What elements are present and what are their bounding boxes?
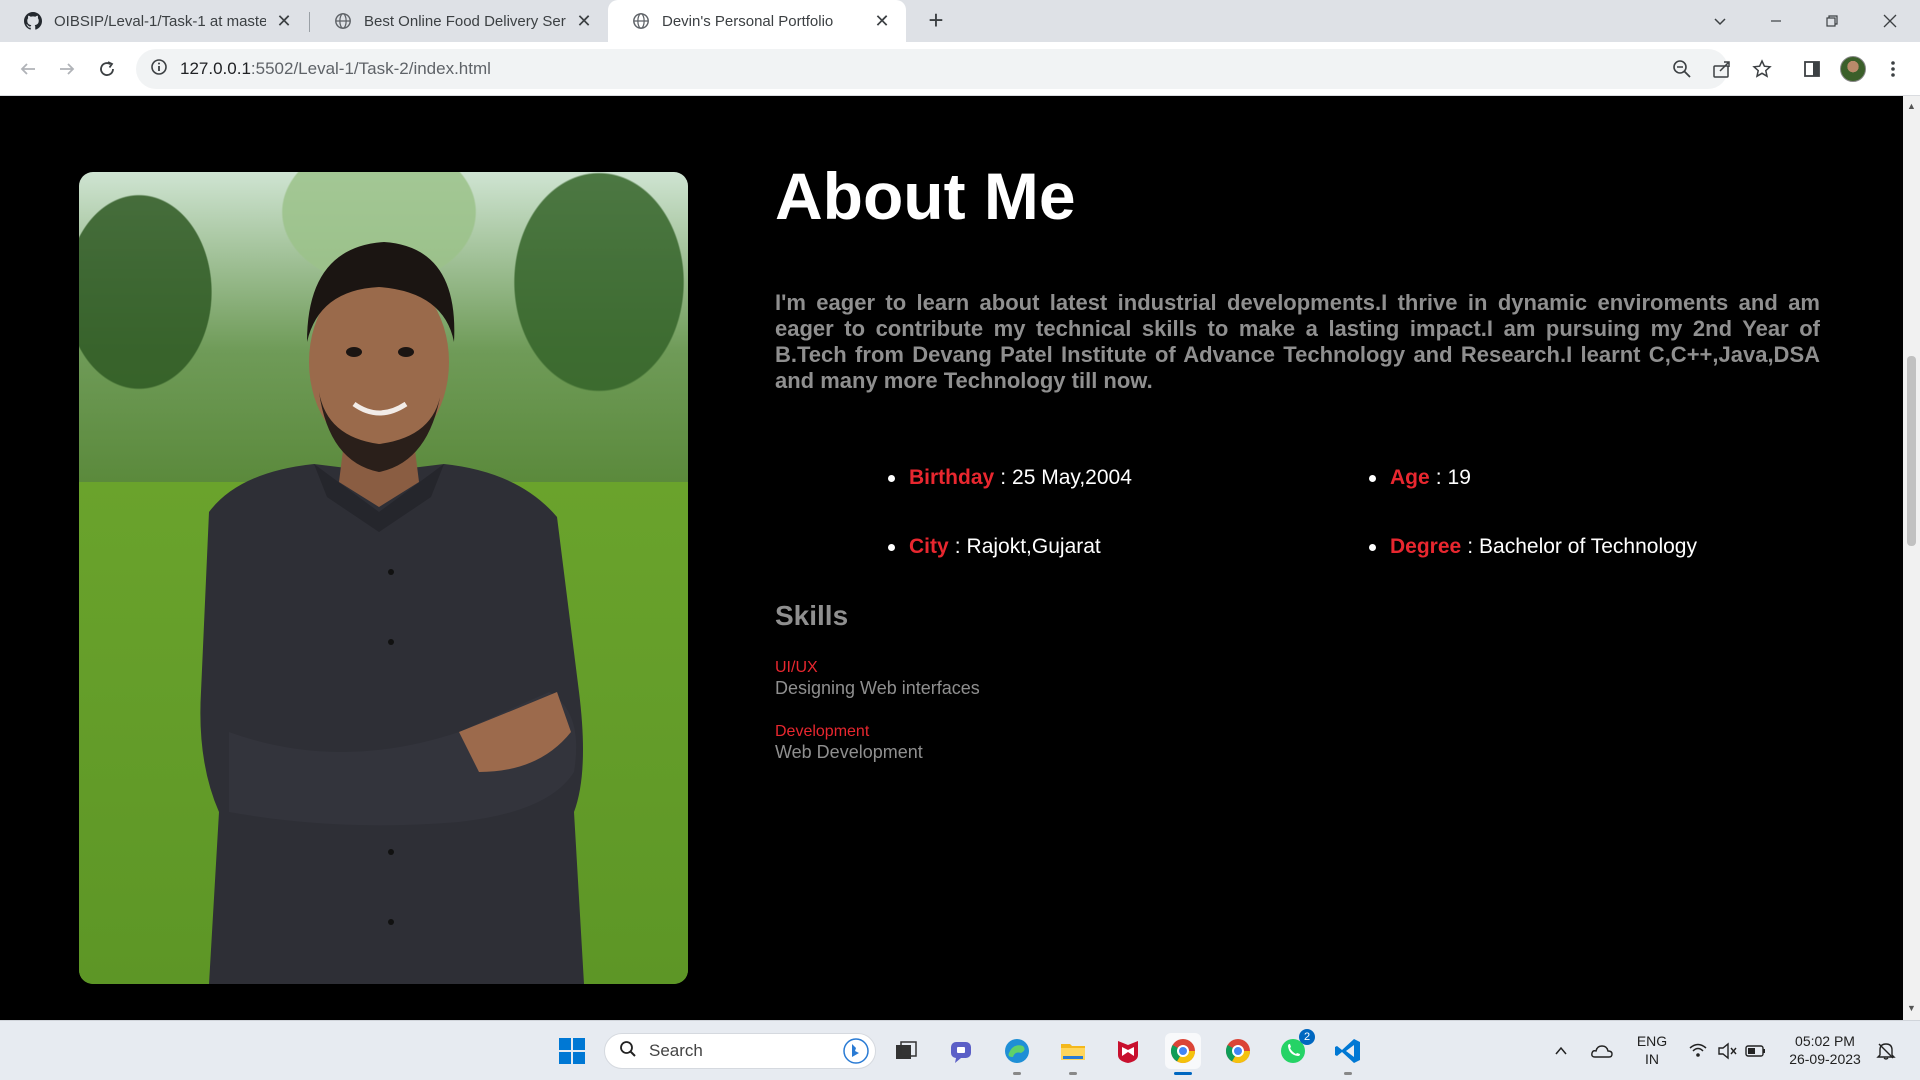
skill-name: Development	[775, 723, 870, 740]
notification-bell-icon[interactable]	[1868, 1033, 1904, 1069]
onedrive-icon[interactable]	[1584, 1033, 1620, 1069]
share-icon[interactable]	[1708, 55, 1736, 83]
info-age: Age : 19	[1369, 466, 1471, 490]
minimize-button[interactable]	[1756, 6, 1796, 36]
language-code: ENG	[1636, 1033, 1668, 1049]
info-value: 19	[1447, 466, 1471, 489]
tab-title: Best Online Food Delivery Servic	[364, 12, 566, 30]
page-viewport: About Me I'm eager to learn about latest…	[0, 96, 1903, 1020]
profile-avatar[interactable]	[1839, 55, 1867, 83]
tab-strip: OIBSIP/Leval-1/Task-1 at master ✕ Best O…	[0, 0, 1920, 42]
browser-toolbar: 127.0.0.1:5502/Leval-1/Task-2/index.html	[0, 42, 1920, 96]
tab-github[interactable]: OIBSIP/Leval-1/Task-1 at master ✕	[0, 0, 308, 42]
url-host: 127.0.0.1	[180, 59, 251, 78]
scroll-down-icon[interactable]: ▼	[1907, 1004, 1916, 1013]
file-explorer-icon[interactable]	[1055, 1033, 1091, 1075]
search-placeholder: Search	[649, 1041, 703, 1060]
app-running-indicator	[1344, 1072, 1352, 1075]
side-panel-icon[interactable]	[1798, 55, 1826, 83]
info-value: 25 May,2004	[1012, 466, 1132, 489]
whatsapp-icon[interactable]: 2	[1275, 1029, 1315, 1069]
vscode-icon[interactable]	[1330, 1033, 1366, 1075]
close-window-button[interactable]	[1870, 6, 1910, 36]
zoom-icon[interactable]	[1668, 55, 1696, 83]
close-icon[interactable]: ✕	[574, 11, 594, 31]
windows-start-icon[interactable]	[554, 1033, 590, 1069]
tab-search-chevron-icon[interactable]	[1700, 6, 1740, 36]
info-label: Birthday	[909, 466, 995, 489]
menu-kebab-icon[interactable]	[1879, 55, 1907, 83]
skill-description: Designing Web interfaces	[775, 678, 980, 698]
chat-icon[interactable]	[944, 1033, 980, 1069]
info-separator: :	[954, 535, 961, 558]
skill-description: Web Development	[775, 742, 923, 762]
chrome-icon-active[interactable]	[1165, 1033, 1201, 1075]
bullet-icon	[888, 474, 895, 482]
close-icon[interactable]: ✕	[872, 11, 892, 31]
profile-photo	[79, 172, 688, 984]
new-tab-button[interactable]: +	[924, 7, 948, 33]
info-value: Bachelor of Technology	[1479, 535, 1697, 558]
notification-badge: 2	[1299, 1029, 1315, 1045]
url-path: :5502/Leval-1/Task-2/index.html	[250, 59, 491, 78]
info-degree: Degree : Bachelor of Technology	[1369, 535, 1697, 559]
tab-food-delivery[interactable]: Best Online Food Delivery Servic ✕	[310, 0, 608, 42]
info-separator: :	[1435, 466, 1442, 489]
date-text: 26-09-2023	[1789, 1051, 1861, 1067]
site-info-icon[interactable]	[150, 58, 168, 81]
taskbar-search[interactable]: Search	[604, 1033, 876, 1069]
region-code: IN	[1645, 1051, 1659, 1067]
bookmark-star-icon[interactable]	[1748, 55, 1776, 83]
battery-icon[interactable]	[1738, 1033, 1774, 1069]
mcafee-icon[interactable]	[1110, 1033, 1146, 1069]
bullet-icon	[1369, 474, 1376, 482]
skill-name: UI/UX	[775, 659, 818, 676]
address-bar[interactable]: 127.0.0.1:5502/Leval-1/Task-2/index.html	[136, 49, 1728, 89]
language-indicator[interactable]: ENG IN	[1630, 1032, 1674, 1068]
app-active-indicator	[1174, 1072, 1192, 1075]
info-birthday: Birthday : 25 May,2004	[888, 466, 1132, 490]
info-city: City : Rajokt,Gujarat	[888, 535, 1101, 559]
globe-icon	[632, 12, 650, 30]
reload-icon[interactable]	[93, 55, 121, 83]
taskbar: Search 2 ENG IN 05:02 PM 26-09-2023	[0, 1020, 1920, 1080]
forward-arrow-icon[interactable]	[53, 55, 81, 83]
github-icon	[24, 12, 42, 30]
search-icon	[619, 1040, 637, 1063]
tab-title: Devin's Personal Portfolio	[662, 12, 834, 30]
info-label: Degree	[1390, 535, 1462, 558]
info-label: City	[909, 535, 949, 558]
back-arrow-icon[interactable]	[14, 55, 42, 83]
about-description: I'm eager to learn about latest industri…	[775, 290, 1820, 393]
scroll-up-icon[interactable]: ▲	[1907, 102, 1916, 111]
avatar	[1840, 56, 1866, 82]
app-running-indicator	[1069, 1072, 1077, 1075]
close-icon[interactable]: ✕	[274, 11, 294, 31]
person-illustration	[200, 242, 584, 984]
edge-icon[interactable]	[999, 1033, 1035, 1075]
skills-title: Skills	[775, 600, 849, 631]
time-text: 05:02 PM	[1795, 1033, 1855, 1049]
tab-portfolio[interactable]: Devin's Personal Portfolio ✕	[608, 0, 906, 42]
chrome-profile-icon[interactable]	[1220, 1033, 1256, 1069]
app-running-indicator	[1013, 1072, 1021, 1075]
info-separator: :	[1000, 466, 1007, 489]
task-view-icon[interactable]	[888, 1033, 924, 1069]
scroll-thumb[interactable]	[1907, 356, 1916, 546]
bullet-icon	[888, 543, 895, 551]
page-scrollbar[interactable]: ▲ ▼	[1903, 96, 1920, 1020]
restore-button[interactable]	[1812, 6, 1852, 36]
tab-title: OIBSIP/Leval-1/Task-1 at master	[54, 12, 266, 30]
info-separator: :	[1467, 535, 1474, 558]
bullet-icon	[1369, 543, 1376, 551]
clock[interactable]: 05:02 PM 26-09-2023	[1780, 1032, 1870, 1068]
info-value: Rajokt,Gujarat	[966, 535, 1101, 558]
show-hidden-icons-chevron-icon[interactable]	[1543, 1033, 1579, 1069]
info-label: Age	[1390, 466, 1430, 489]
bing-icon[interactable]	[843, 1038, 869, 1069]
about-title: About Me	[775, 159, 1076, 233]
globe-icon	[334, 12, 352, 30]
